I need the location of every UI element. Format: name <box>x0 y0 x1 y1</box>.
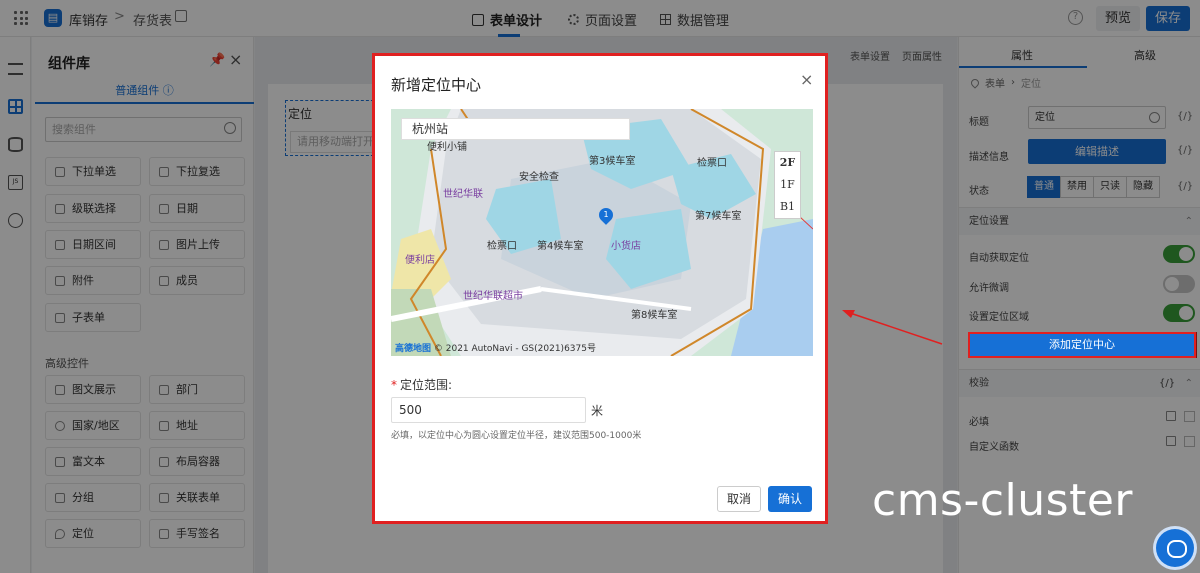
add-location-center-button-highlight[interactable]: 添加定位中心 <box>968 332 1196 358</box>
watermark-text: cms-cluster <box>872 475 1133 526</box>
chat-support-icon[interactable] <box>1156 529 1194 567</box>
add-location-center-label: 添加定位中心 <box>1049 338 1115 351</box>
